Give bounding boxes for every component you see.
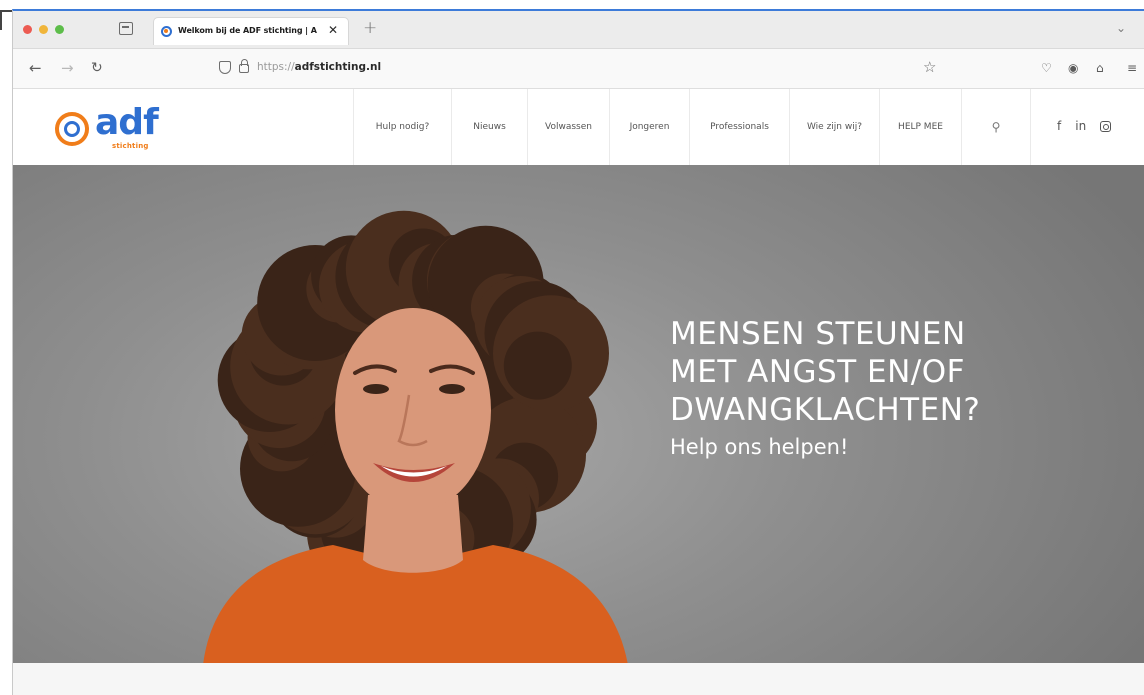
menu-item-professionals[interactable]: Professionals: [689, 89, 789, 165]
linkedin-icon[interactable]: in: [1075, 119, 1086, 133]
list-tabs-icon[interactable]: ⌄: [1116, 21, 1126, 35]
below-hero-section: [13, 663, 1144, 695]
favicon-icon: [161, 26, 172, 37]
close-window-button[interactable]: [23, 25, 32, 34]
logo-wordmark: adf: [95, 102, 159, 143]
menu-item-help-mee[interactable]: HELP MEE: [879, 89, 961, 165]
pocket-icon[interactable]: ♡: [1041, 61, 1052, 75]
screen-edge-marker: [0, 10, 12, 30]
back-button[interactable]: ←: [29, 59, 42, 77]
account-icon[interactable]: ◉: [1068, 61, 1078, 75]
hero-title: MENSEN STEUNEN MET ANGST EN/OF DWANGKLAC…: [670, 315, 1130, 429]
url-domain: adfstichting.nl: [294, 61, 382, 73]
tab-overview-icon[interactable]: [119, 22, 133, 35]
hero-subtitle[interactable]: Help ons helpen!: [670, 435, 1130, 459]
menu-item-jongeren[interactable]: Jongeren: [609, 89, 689, 165]
new-tab-button[interactable]: +: [363, 18, 377, 38]
tab-adf-stichting[interactable]: Welkom bij de ADF stichting | A ✕: [153, 17, 349, 45]
navigation-toolbar: ← → ↻ https://adfstichting.nl ☆ ♡ ◉ ⌂ ≡: [13, 49, 1144, 89]
logo-ring-icon: [55, 112, 89, 146]
hair-curl: [503, 331, 572, 400]
menu-item-volwassen[interactable]: Volwassen: [527, 89, 609, 165]
hero-copy: MENSEN STEUNEN MET ANGST EN/OF DWANGKLAC…: [670, 315, 1130, 459]
tab-title: Welkom bij de ADF stichting | A: [178, 26, 317, 35]
close-tab-icon[interactable]: ✕: [328, 23, 338, 37]
instagram-icon[interactable]: [1100, 121, 1112, 132]
address-bar[interactable]: https://adfstichting.nl: [257, 61, 381, 73]
screen-margin: [0, 0, 1144, 9]
facebook-icon[interactable]: f: [1057, 119, 1061, 133]
hero-title-line-1: MENSEN STEUNEN: [670, 316, 966, 352]
adf-logo[interactable]: adf stichting: [55, 102, 205, 152]
forward-button[interactable]: →: [61, 59, 74, 77]
menu-item-nieuws[interactable]: Nieuws: [451, 89, 527, 165]
reload-button[interactable]: ↻: [91, 60, 103, 76]
lock-icon[interactable]: [239, 59, 249, 73]
hero-title-line-2: MET ANGST EN/OF: [670, 354, 965, 390]
menu-item-hulp-nodig[interactable]: Hulp nodig?: [353, 89, 451, 165]
main-menu: Hulp nodig? Nieuws Volwassen Jongeren Pr…: [353, 89, 1031, 165]
tracking-protection-icon[interactable]: [219, 61, 231, 74]
tab-strip: Welkom bij de ADF stichting | A ✕ + ⌄: [13, 11, 1144, 49]
hero-photo-woman: [203, 210, 628, 663]
hero-title-line-3: DWANGKLACHTEN?: [670, 392, 981, 428]
logo-subtext: stichting: [112, 142, 149, 150]
url-scheme: https://: [257, 61, 295, 73]
social-links: f in: [1057, 119, 1112, 133]
bookmark-star-icon[interactable]: ☆: [923, 58, 936, 76]
menu-item-wie-zijn-wij[interactable]: Wie zijn wij?: [789, 89, 879, 165]
search-icon[interactable]: ⚲: [961, 89, 1031, 165]
browser-window: Welkom bij de ADF stichting | A ✕ + ⌄ ← …: [12, 9, 1144, 695]
eye-right: [439, 384, 465, 394]
minimize-window-button[interactable]: [39, 25, 48, 34]
zoom-window-button[interactable]: [55, 25, 64, 34]
menu-icon[interactable]: ≡: [1127, 61, 1137, 75]
home-icon[interactable]: ⌂: [1096, 61, 1104, 75]
hero-banner: MENSEN STEUNEN MET ANGST EN/OF DWANGKLAC…: [13, 165, 1144, 663]
site-header: adf stichting Hulp nodig? Nieuws Volwass…: [13, 89, 1144, 165]
eye-left: [363, 384, 389, 394]
